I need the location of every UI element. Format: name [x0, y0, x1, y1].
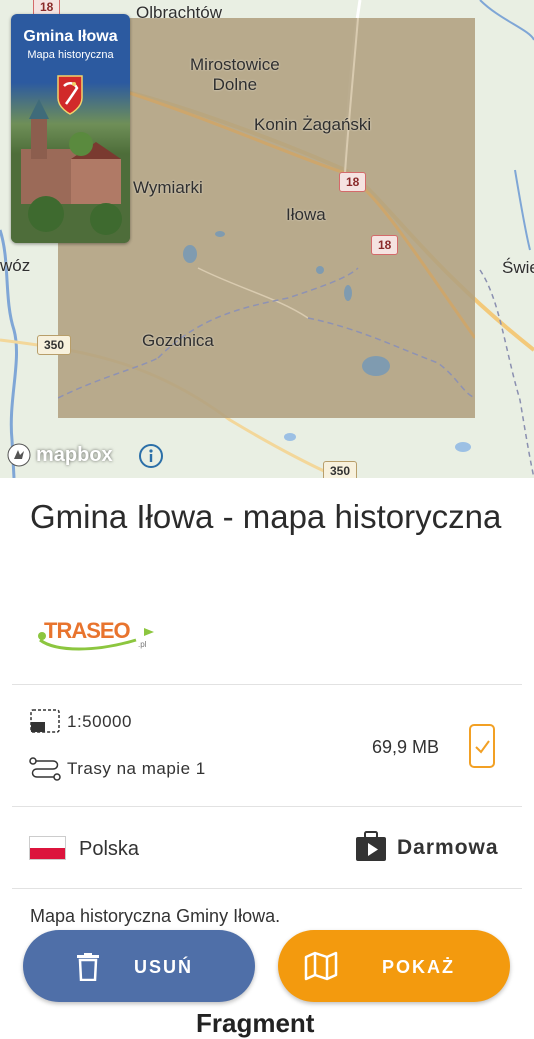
map-label-olbrachtow: Olbrachtów	[136, 3, 222, 22]
divider	[12, 806, 522, 807]
map-icon	[304, 951, 338, 981]
map-label-mirostowice: Mirostowice Dolne	[190, 55, 280, 94]
publisher-suffix: .pl	[138, 640, 147, 649]
show-button-label: POKAŻ	[382, 957, 455, 977]
info-icon[interactable]	[138, 443, 164, 469]
road-badge-350: 350	[37, 335, 72, 355]
poland-flag-icon	[29, 836, 66, 860]
delete-button[interactable]: USUŃ	[23, 930, 255, 1002]
route-icon	[29, 757, 61, 781]
downloaded-phone-icon[interactable]	[468, 723, 496, 769]
road-badge-18-b: 18	[371, 235, 399, 255]
play-bag-icon	[356, 831, 386, 861]
trash-icon	[77, 953, 99, 981]
cover-subtitle: Mapa historyczna	[27, 49, 114, 61]
publisher-name: TRASEO	[44, 618, 131, 643]
mapbox-logo-icon	[7, 443, 31, 467]
mapbox-attribution[interactable]: mapbox	[6, 442, 113, 468]
road-badge-350-b: 350	[323, 461, 358, 478]
country-name: Polska	[79, 838, 140, 860]
map-cover-thumbnail[interactable]: Gmina Iłowa Mapa historyczna	[11, 14, 130, 243]
road-badge-18: 18	[339, 172, 367, 192]
divider	[12, 684, 522, 685]
publisher-logo[interactable]: TRASEO .pl	[36, 610, 158, 659]
map-label-swie: Świe	[502, 258, 534, 277]
delete-button-label: USUŃ	[134, 957, 194, 977]
scale-icon	[30, 709, 60, 733]
price-label: Darmowa	[397, 836, 499, 859]
map-label-wow: wóz	[0, 256, 31, 275]
map-label-gozdnica: Gozdnica	[142, 331, 214, 350]
map-description: Mapa historyczna Gminy Iłowa.	[30, 906, 281, 926]
map-label-wymiarki: Wymiarki	[133, 178, 203, 197]
cover-title: Gmina Iłowa	[23, 28, 118, 45]
routes-count: Trasy na mapie 1	[67, 759, 206, 778]
scale-value: 1:50000	[67, 712, 132, 731]
divider	[12, 888, 522, 889]
map-label-konin: Konin Żagański	[254, 115, 372, 134]
map-label-ilowa: Iłowa	[286, 205, 326, 224]
file-size: 69,9 MB	[372, 737, 440, 757]
map-title: Gmina Iłowa - mapa historyczna	[30, 498, 502, 535]
mapbox-wordmark: mapbox	[36, 443, 113, 466]
map-view[interactable]: Olbrachtów Mirostowice Dolne Konin Żagań…	[0, 0, 534, 478]
show-button[interactable]: POKAŻ	[278, 930, 510, 1002]
